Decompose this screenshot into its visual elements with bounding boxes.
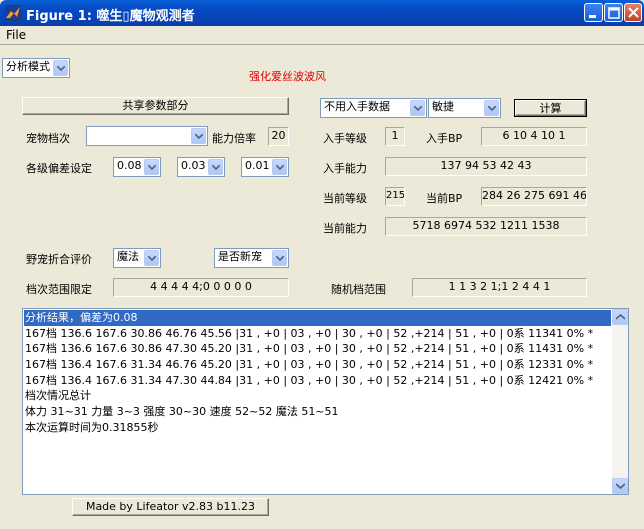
current-ability-label: 当前能力 xyxy=(323,222,367,235)
result-line[interactable]: 167档 136.6 167.6 30.86 47.30 45.20 |31 ,… xyxy=(24,341,611,357)
maximize-button[interactable] xyxy=(604,3,623,22)
about-button[interactable]: Made by Lifeator v2.83 b11.23 xyxy=(72,498,269,516)
input-data-select-value: 不用入手数据 xyxy=(324,100,390,113)
grade-range-field[interactable]: 4 4 4 4 4;0 0 0 0 0 xyxy=(113,278,289,297)
menu-file[interactable]: File xyxy=(6,28,26,42)
deviation-select-2-value: 0.03 xyxy=(181,159,206,172)
result-line[interactable]: 本次运算时间为0.31855秒 xyxy=(24,420,611,436)
minimize-button[interactable] xyxy=(584,3,603,22)
deviation-select-3[interactable]: 0.01 xyxy=(241,157,289,177)
vertical-scrollbar[interactable] xyxy=(612,309,628,494)
wild-eval-select[interactable]: 魔法 xyxy=(113,248,161,268)
deviation-select-2[interactable]: 0.03 xyxy=(177,157,225,177)
result-line[interactable]: 167档 136.4 167.6 31.34 46.76 45.20 |31 ,… xyxy=(24,357,611,373)
scroll-down-button[interactable] xyxy=(612,478,628,494)
pet-name: 强化爱丝波波风 xyxy=(249,70,326,83)
chevron-up-icon xyxy=(616,314,625,320)
acquire-bp-label: 入手BP xyxy=(426,132,463,145)
wild-eval-select-value: 魔法 xyxy=(117,250,139,263)
result-line[interactable]: 体力 31~31 力量 3~3 强度 30~30 速度 52~52 魔法 51~… xyxy=(24,404,611,420)
scroll-up-button[interactable] xyxy=(612,309,628,325)
chevron-down-icon xyxy=(484,100,499,116)
chevron-down-icon xyxy=(208,159,223,175)
title-bar[interactable]: Figure 1: 噬生▯魔物观测者 xyxy=(0,0,644,26)
acquire-level-field[interactable]: 1 xyxy=(385,127,405,146)
random-range-field[interactable]: 1 1 3 2 1;1 2 4 4 1 xyxy=(412,278,587,297)
acquire-level-label: 入手等级 xyxy=(323,132,367,145)
chevron-down-icon xyxy=(144,159,159,175)
menu-bar: File xyxy=(0,26,644,44)
acquire-ability-field[interactable]: 137 94 53 42 43 xyxy=(385,157,587,176)
close-button[interactable] xyxy=(624,3,642,22)
chevron-down-icon xyxy=(410,100,425,116)
chevron-down-icon xyxy=(616,483,625,489)
acquire-bp-field[interactable]: 6 10 4 10 1 xyxy=(481,127,587,146)
chevron-down-icon xyxy=(272,159,287,175)
grade-range-label: 档次范围限定 xyxy=(26,283,92,296)
deviation-label: 各级偏差设定 xyxy=(26,162,92,175)
maximize-icon xyxy=(608,7,620,19)
window-title: Figure 1: 噬生▯魔物观测者 xyxy=(26,9,195,24)
deviation-select-1-value: 0.08 xyxy=(117,159,142,172)
chevron-down-icon xyxy=(144,250,159,266)
ability-rate-label: 能力倍率 xyxy=(212,132,256,145)
result-line[interactable]: 167档 136.4 167.6 31.34 47.30 44.84 |31 ,… xyxy=(24,373,611,389)
current-level-label: 当前等级 xyxy=(323,192,367,205)
chevron-down-icon xyxy=(191,128,206,144)
current-ability-field[interactable]: 5718 6974 532 1211 1538 xyxy=(385,217,587,236)
results-listbox[interactable]: 分析结果，偏差为0.08 167档 136.6 167.6 30.86 46.7… xyxy=(22,308,629,495)
pet-grade-label: 宠物档次 xyxy=(26,132,70,145)
wild-eval-label: 野宠折合评价 xyxy=(26,253,92,266)
matlab-logo-icon xyxy=(5,5,21,21)
close-icon xyxy=(628,7,639,18)
deviation-select-3-value: 0.01 xyxy=(245,159,270,172)
new-pet-select[interactable]: 是否新宠 xyxy=(214,248,289,268)
acquire-ability-label: 入手能力 xyxy=(323,162,367,175)
input-data-select[interactable]: 不用入手数据 xyxy=(320,98,427,118)
mode-select-value: 分析模式 xyxy=(6,60,50,73)
menu-divider xyxy=(0,44,644,45)
ability-rate-field[interactable]: 20 xyxy=(268,127,289,146)
new-pet-select-value: 是否新宠 xyxy=(218,250,262,263)
minimize-icon xyxy=(589,15,596,18)
chevron-down-icon xyxy=(53,60,68,76)
mode-select[interactable]: 分析模式 xyxy=(2,58,70,78)
trait-select-value: 敏捷 xyxy=(432,100,454,113)
pet-grade-select[interactable] xyxy=(86,126,208,146)
result-line[interactable]: 档次情况总计 xyxy=(24,388,611,404)
random-range-label: 随机档范围 xyxy=(331,283,386,296)
calculate-button[interactable]: 计算 xyxy=(514,99,587,117)
chevron-down-icon xyxy=(272,250,287,266)
deviation-select-1[interactable]: 0.08 xyxy=(113,157,161,177)
result-line[interactable]: 167档 136.6 167.6 30.86 46.76 45.56 |31 ,… xyxy=(24,326,611,342)
shared-params-button[interactable]: 共享参数部分 xyxy=(22,97,289,115)
result-line[interactable]: 分析结果，偏差为0.08 xyxy=(24,310,611,326)
current-level-field[interactable]: 215 xyxy=(385,187,405,206)
current-bp-label: 当前BP xyxy=(426,192,463,205)
current-bp-field[interactable]: 284 26 275 691 468 xyxy=(481,187,587,206)
trait-select[interactable]: 敏捷 xyxy=(428,98,501,118)
